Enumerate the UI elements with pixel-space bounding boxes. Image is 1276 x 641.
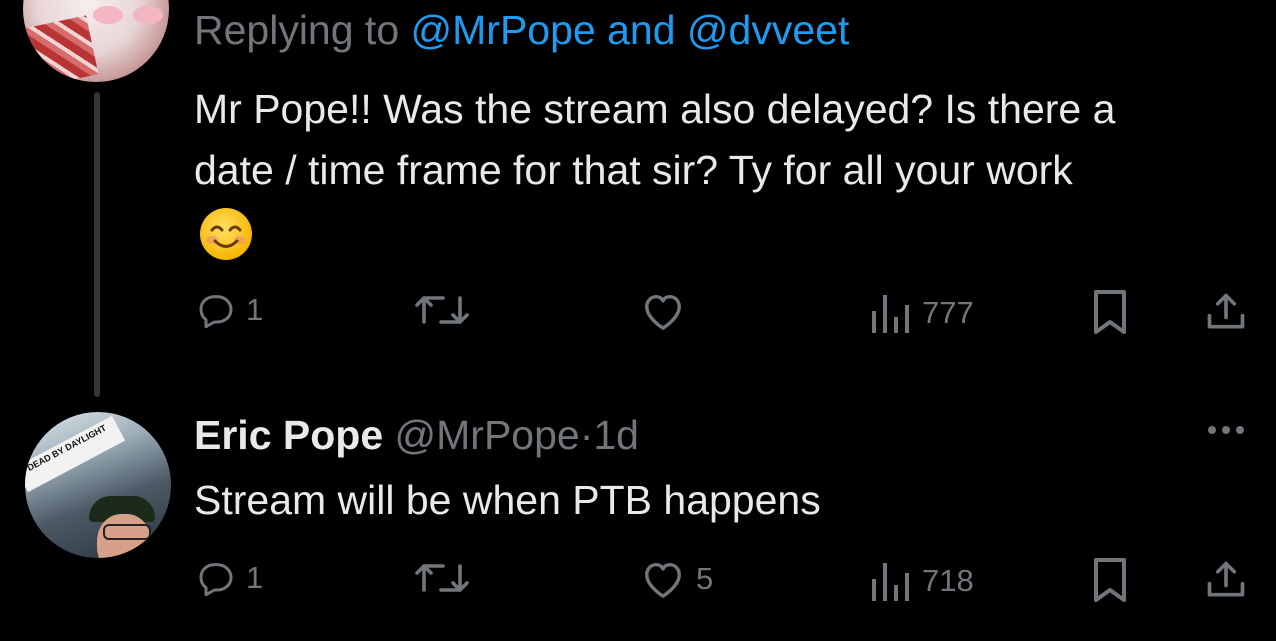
reply-icon xyxy=(199,295,233,329)
more-icon-dot xyxy=(1222,426,1230,434)
like-count: 5 xyxy=(696,561,714,596)
share-button[interactable] xyxy=(1204,558,1248,602)
tweet-text-line-1: Mr Pope!! Was the stream also delayed? I… xyxy=(194,86,1116,132)
retweet-icon xyxy=(415,564,469,592)
author-handle[interactable]: @MrPope xyxy=(395,412,580,458)
avatar-plaid-pattern xyxy=(23,15,99,82)
avatar-cheek-left xyxy=(93,6,123,24)
share-icon xyxy=(1207,293,1245,329)
reply-count: 1 xyxy=(246,560,264,595)
reply-count: 1 xyxy=(246,292,264,327)
avatar-replier[interactable] xyxy=(23,0,169,82)
reply-icon xyxy=(199,563,233,597)
retweet-button[interactable] xyxy=(414,290,470,330)
tweet-text-line-2: date / time frame for that sir? Ty for a… xyxy=(194,147,1073,193)
author-display-name[interactable]: Eric Pope xyxy=(194,412,383,458)
views-count: 777 xyxy=(922,295,974,330)
reply-button[interactable]: 1 xyxy=(196,558,263,598)
views-icon xyxy=(872,563,909,601)
like-button[interactable] xyxy=(640,290,686,332)
like-icon xyxy=(645,294,681,330)
reply-button[interactable]: 1 xyxy=(196,290,263,330)
replying-to-line: Replying to @MrPope and @dvveet xyxy=(194,6,849,54)
avatar-glasses xyxy=(103,524,151,540)
bookmark-icon xyxy=(1094,558,1126,602)
avatar-cheek-right xyxy=(133,6,163,24)
views-button[interactable]: 718 xyxy=(868,561,974,601)
avatar-banner-logo: DEAD BY DAYLIGHT xyxy=(25,415,126,493)
like-button[interactable]: 5 xyxy=(640,558,713,600)
avatar-eric-pope[interactable]: DEAD BY DAYLIGHT xyxy=(25,412,171,558)
bookmark-icon xyxy=(1094,290,1126,334)
tweet-timestamp[interactable]: 1d xyxy=(593,412,639,458)
replying-to-users-link[interactable]: @MrPope and @dvveet xyxy=(411,7,850,53)
tweet-text: Stream will be when PTB happens xyxy=(194,477,821,523)
like-icon xyxy=(645,562,681,598)
retweet-icon xyxy=(415,296,469,324)
share-icon xyxy=(1207,561,1245,597)
time-separator: · xyxy=(579,412,594,458)
views-button[interactable]: 777 xyxy=(868,293,974,333)
bookmark-button[interactable] xyxy=(1090,288,1130,336)
replying-to-prefix: Replying to xyxy=(194,7,400,53)
views-count: 718 xyxy=(922,563,974,598)
smiling-face-emoji-icon xyxy=(200,208,252,260)
thread-connector-line xyxy=(94,92,100,397)
share-button[interactable] xyxy=(1204,290,1248,334)
more-icon-dot xyxy=(1208,426,1216,434)
more-icon-dot xyxy=(1236,426,1244,434)
bookmark-button[interactable] xyxy=(1090,556,1130,604)
more-options-button[interactable] xyxy=(1208,426,1244,434)
retweet-button[interactable] xyxy=(414,558,470,598)
tweet-author-row: Eric Pope @MrPope·1d xyxy=(194,411,639,459)
views-icon xyxy=(872,295,909,333)
